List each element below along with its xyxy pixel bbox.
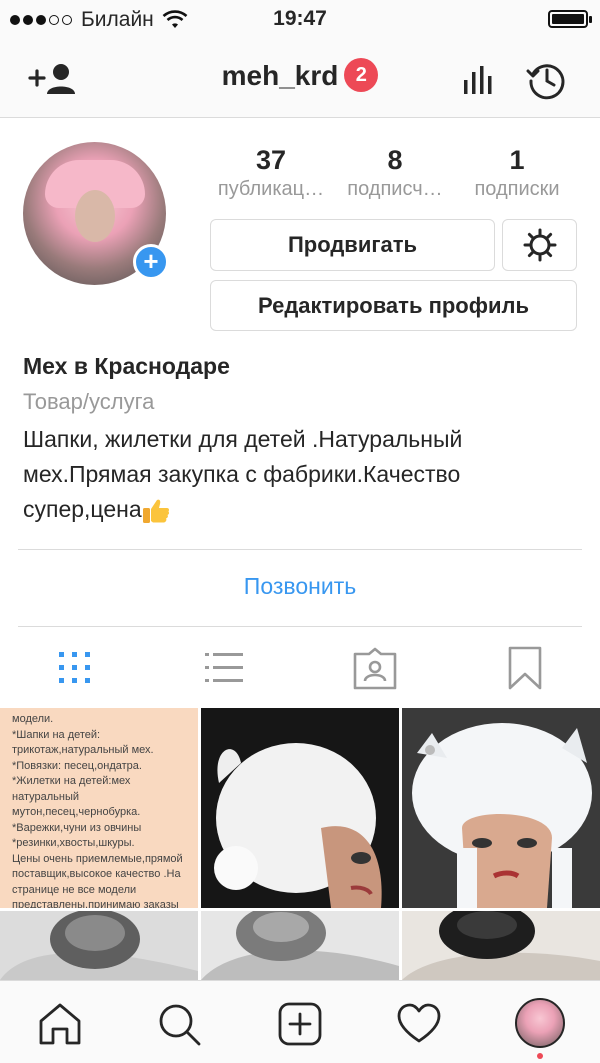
post-thumbnail[interactable] (402, 911, 600, 980)
post-text-line: *резинки,хвосты,шкуры. (12, 837, 135, 849)
fur-pompom-hat-image (0, 911, 198, 980)
list-icon[interactable] (201, 646, 247, 690)
settings-button[interactable] (502, 219, 577, 271)
profile-bio: Шапки, жилетки для детей .Натуральный ме… (23, 422, 573, 527)
username-title[interactable]: meh_krd 2 (0, 57, 600, 95)
search-icon[interactable] (156, 1001, 202, 1047)
edit-profile-button[interactable]: Редактировать профиль (210, 280, 577, 331)
bio-line-text: супер,цена (23, 496, 142, 522)
post-text-line: представлены,принимаю заказы (12, 899, 179, 908)
avatar-face (75, 190, 115, 242)
profile-category: Товар/услуга (23, 389, 155, 414)
cat-ear-fur-hat-image (412, 723, 592, 908)
post-text-line: поставщик,высокое качество .На (12, 868, 181, 880)
post-text-line: *Повязки: песец,ондатра. (12, 759, 142, 772)
divider (18, 549, 582, 550)
battery-icon (548, 10, 592, 28)
post-thumbnail[interactable] (201, 911, 399, 980)
promote-button[interactable]: Продвигать (210, 219, 495, 271)
white-fur-hat-image (214, 743, 382, 908)
divider (18, 626, 582, 627)
post-text-line: мутон,песец,чернобурка. (12, 806, 141, 818)
post-text-line: натуральный (12, 790, 79, 803)
archive-icon[interactable] (526, 59, 568, 101)
call-button[interactable]: Позвонить (0, 573, 600, 600)
fur-pompom-hat-image (402, 911, 600, 980)
profile-name: Мех в Краснодаре (23, 353, 230, 379)
post-thumbnail[interactable] (0, 911, 198, 980)
post-text-line: *Варежки,чуни из овчины (12, 821, 142, 834)
posts-grid: модели. *Шапки на детей: трикотаж,натура… (0, 708, 600, 980)
thumbs-up-icon (142, 499, 169, 523)
gear-icon (523, 228, 556, 262)
notification-badge: 2 (344, 57, 379, 92)
post-text-line: трикотаж,натуральный мех. (12, 744, 154, 756)
post-text-line: *Жилетки на детей:мех (12, 775, 131, 787)
post-thumbnail[interactable]: модели. *Шапки на детей: трикотаж,натура… (0, 708, 198, 908)
stat-following-label: подписки (474, 178, 560, 200)
bio-line: мех.Прямая закупка с фабрики.Качество (23, 461, 461, 487)
add-post-icon[interactable] (277, 1001, 323, 1047)
stat-posts[interactable]: 37 публикац… (209, 145, 333, 201)
post-thumbnail[interactable] (201, 708, 399, 908)
profile-view-tabs (0, 630, 600, 705)
stat-posts-label: публикац… (217, 178, 325, 200)
activity-dot (537, 1053, 543, 1059)
stat-followers-value: 8 (387, 145, 403, 175)
stat-followers-label: подписч… (347, 178, 443, 200)
bottom-tab-bar (0, 980, 600, 1063)
home-icon[interactable] (37, 1001, 83, 1047)
stat-following-value: 1 (509, 145, 525, 175)
clock: 19:47 (273, 7, 327, 30)
grid-icon[interactable] (52, 646, 98, 690)
stat-followers[interactable]: 8 подписч… (333, 145, 457, 201)
stat-following[interactable]: 1 подписки (455, 145, 579, 201)
profile-tab-avatar[interactable] (515, 998, 565, 1048)
status-bar: Билайн 19:47 (0, 0, 600, 40)
heart-icon[interactable] (396, 1001, 442, 1047)
post-text-line: странице не все модели (12, 883, 137, 896)
bio-line: Шапки, жилетки для детей .Натуральный (23, 426, 463, 452)
saved-icon[interactable] (502, 646, 548, 690)
fur-pompom-hat-image (201, 911, 399, 980)
post-text-line: *Шапки на детей: (12, 728, 101, 741)
insights-icon[interactable] (462, 62, 494, 96)
post-text-line: Цены очень приемлемые,прямой (12, 852, 183, 865)
tagged-icon[interactable] (352, 646, 398, 690)
post-thumbnail[interactable] (402, 708, 600, 908)
post-text-line: модели. (12, 713, 54, 725)
username: meh_krd (221, 60, 339, 91)
stat-posts-value: 37 (255, 145, 287, 175)
profile-header: meh_krd 2 (0, 40, 600, 118)
add-story-icon[interactable]: + (133, 244, 169, 280)
bio-line: супер,цена (23, 492, 573, 527)
